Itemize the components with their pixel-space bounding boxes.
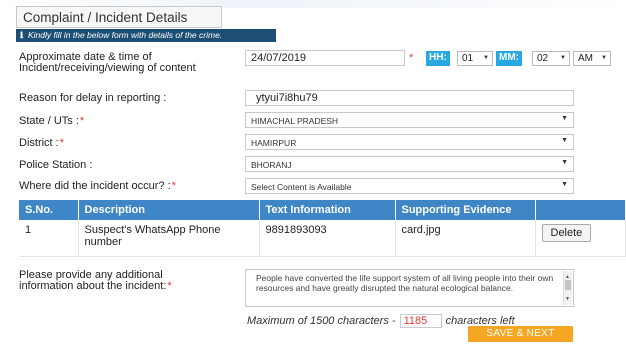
state-select[interactable]: HIMACHAL PRADESH ▼: [245, 112, 574, 128]
mm-select[interactable]: 02 ▼: [532, 51, 570, 66]
required-mark: *: [409, 52, 414, 64]
info-icon: ℹ: [20, 30, 24, 40]
incident-place-value: Select Content is Available: [251, 182, 352, 192]
required-mark: *: [171, 180, 176, 192]
delete-button[interactable]: Delete: [541, 224, 592, 242]
column-header-action: [535, 200, 626, 220]
hh-select[interactable]: 01 ▼: [457, 51, 493, 66]
table-row: 1 Suspect's WhatsApp Phone number 989189…: [19, 220, 626, 257]
chevron-down-icon: ▼: [561, 159, 568, 166]
state-value: HIMACHAL PRADESH: [251, 116, 339, 126]
police-station-value: BHORANJ: [251, 160, 292, 170]
chevron-down-icon: ▼: [561, 181, 568, 188]
mm-value: 02: [537, 53, 549, 64]
char-limit-prefix: Maximum of 1500 characters -: [247, 314, 396, 327]
info-banner: ℹ Kindly fill in the below form with deta…: [16, 29, 276, 42]
save-next-button[interactable]: SAVE & NEXT: [468, 326, 573, 342]
district-select[interactable]: HAMIRPUR ▼: [245, 134, 574, 150]
incident-place-label-text: Where did the incident occur? :: [19, 180, 171, 192]
police-station-label: Police Station :: [19, 159, 93, 171]
cell-description: Suspect's WhatsApp Phone number: [78, 220, 260, 257]
ampm-value: AM: [578, 53, 593, 64]
column-header-text-information: Text Information: [259, 200, 396, 220]
column-header-description: Description: [78, 200, 260, 220]
hh-label: HH:: [426, 51, 450, 66]
incident-place-label: Where did the incident occur? :*: [19, 181, 176, 192]
section-title: Complaint / Incident Details: [16, 6, 222, 28]
info-text: Kindly fill in the below form with detai…: [28, 30, 223, 40]
state-label: State / UTs :*: [19, 116, 84, 127]
cell-action: Delete: [535, 220, 626, 257]
chevron-down-icon: ▼: [601, 55, 607, 61]
mm-label: MM:: [496, 51, 522, 66]
column-header-sno: S.No.: [19, 200, 79, 220]
table-header-row: S.No. Description Text Information Suppo…: [19, 200, 626, 220]
district-label: District :*: [19, 138, 64, 149]
chevron-down-icon: ▼: [561, 115, 568, 122]
delay-label: Reason for delay in reporting :: [19, 92, 167, 104]
date-input[interactable]: 24/07/2019: [245, 50, 405, 66]
state-label-text: State / UTs :: [19, 115, 79, 127]
district-value: HAMIRPUR: [251, 138, 297, 148]
chevron-down-icon: ▼: [560, 55, 566, 61]
hh-value: 01: [462, 53, 474, 64]
chevron-down-icon: ▼: [483, 55, 489, 61]
additional-info-label: Please provide any additional informatio…: [19, 270, 219, 292]
required-mark: *: [167, 280, 172, 292]
police-station-select[interactable]: BHORANJ ▼: [245, 156, 574, 172]
required-mark: *: [59, 137, 65, 149]
datetime-label-text: Approximate date & time of Incident/rece…: [19, 51, 196, 74]
additional-info-textarea[interactable]: People have converted the life support s…: [245, 269, 574, 307]
remaining-characters: 1185: [399, 314, 442, 328]
chevron-down-icon: ▼: [561, 137, 568, 144]
ampm-select[interactable]: AM ▼: [573, 51, 611, 66]
evidence-table: S.No. Description Text Information Suppo…: [19, 200, 626, 257]
datetime-label: Approximate date & time of Incident/rece…: [19, 52, 219, 74]
district-label-text: District :: [19, 137, 59, 149]
additional-info-text: People have converted the life support s…: [256, 273, 554, 293]
delay-reason-input[interactable]: ytyui7i8hu79: [245, 90, 574, 106]
arrow-down-icon[interactable]: ▼: [565, 294, 570, 304]
column-header-supporting-evidence: Supporting Evidence: [395, 200, 536, 220]
incident-place-select[interactable]: Select Content is Available ▼: [245, 178, 574, 194]
required-mark: *: [79, 115, 85, 127]
cell-text-information: 9891893093: [259, 220, 396, 257]
cell-sno: 1: [19, 220, 79, 257]
additional-info-label-text: Please provide any additional informatio…: [19, 269, 167, 292]
textarea-scrollbar[interactable]: ▲ ▼: [563, 271, 572, 305]
scrollbar-thumb[interactable]: [565, 280, 571, 290]
cell-evidence: card.jpg: [395, 220, 536, 257]
